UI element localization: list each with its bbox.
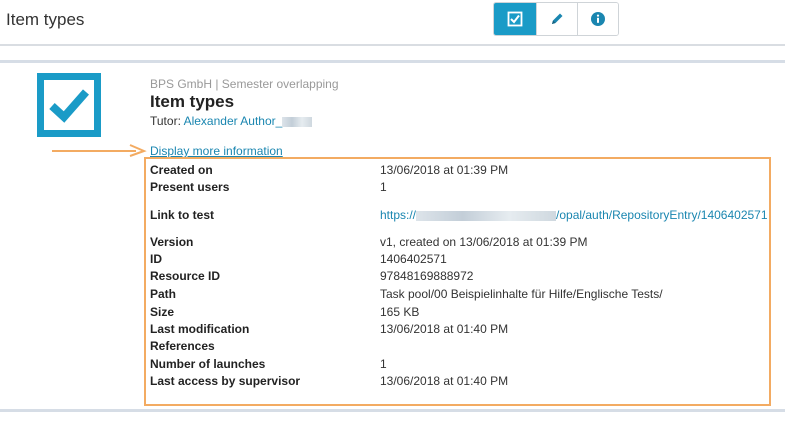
repository-type-icon — [37, 73, 101, 137]
last-modification-label: Last modification — [150, 322, 250, 336]
number-of-launches-label: Number of launches — [150, 357, 266, 371]
created-on-value: 13/06/2018 at 01:39 PM — [380, 163, 509, 177]
created-on-label: Created on — [150, 163, 213, 177]
header-bar: Item types — [0, 0, 785, 46]
link-to-test-value[interactable]: https:// /opal/auth/RepositoryEntry/14064… — [380, 208, 768, 222]
link-prefix: https:// — [380, 208, 417, 222]
tutor-label: Tutor: — [150, 114, 181, 128]
size-value: 165 KB — [380, 305, 420, 319]
checkbox-view-button[interactable] — [494, 3, 536, 35]
number-of-launches-value: 1 — [380, 357, 387, 371]
size-label: Size — [150, 305, 175, 319]
view-toolbar — [493, 2, 619, 36]
last-access-value: 13/06/2018 at 01:40 PM — [380, 374, 509, 388]
display-more-info-link[interactable]: Display more information — [150, 144, 283, 158]
checkmark-icon — [49, 89, 89, 123]
references-label: References — [150, 339, 215, 353]
panel-top-border — [0, 60, 785, 63]
version-label: Version — [150, 235, 194, 249]
last-modification-value: 13/06/2018 at 01:40 PM — [380, 322, 509, 336]
info-button[interactable] — [577, 3, 618, 35]
id-label: ID — [150, 252, 162, 266]
organization-label: BPS GmbH | Semester overlapping — [150, 77, 339, 91]
last-access-label: Last access by supervisor — [150, 374, 301, 388]
resource-id-value: 97848169888972 — [380, 269, 474, 283]
checkbox-icon — [507, 11, 523, 27]
tutor-link[interactable]: Alexander Author_ — [184, 114, 313, 128]
path-label: Path — [150, 287, 177, 301]
path-value: Task pool/00 Beispielinhalte für Hilfe/E… — [380, 287, 663, 301]
redacted-text — [282, 116, 313, 127]
page-title: Item types — [6, 10, 85, 29]
id-value: 1406402571 — [380, 252, 447, 266]
link-suffix: /opal/auth/RepositoryEntry/1406402571 — [556, 208, 768, 222]
present-users-label: Present users — [150, 180, 230, 194]
present-users-value: 1 — [380, 180, 387, 194]
tutor-name: Alexander Author_ — [183, 114, 283, 128]
pencil-icon — [552, 13, 563, 24]
repository-title: Item types — [150, 92, 235, 111]
annotation-arrow — [52, 144, 147, 157]
header-divider — [0, 44, 785, 46]
info-icon — [591, 12, 605, 26]
tutor-line: Tutor: Alexander Author_ — [150, 114, 313, 128]
link-to-test-label: Link to test — [150, 208, 215, 222]
resource-id-label: Resource ID — [150, 269, 221, 283]
version-value: v1, created on 13/06/2018 at 01:39 PM — [380, 235, 588, 249]
redacted-host — [416, 210, 557, 221]
panel-bottom-border — [0, 409, 785, 412]
edit-button[interactable] — [536, 3, 577, 35]
